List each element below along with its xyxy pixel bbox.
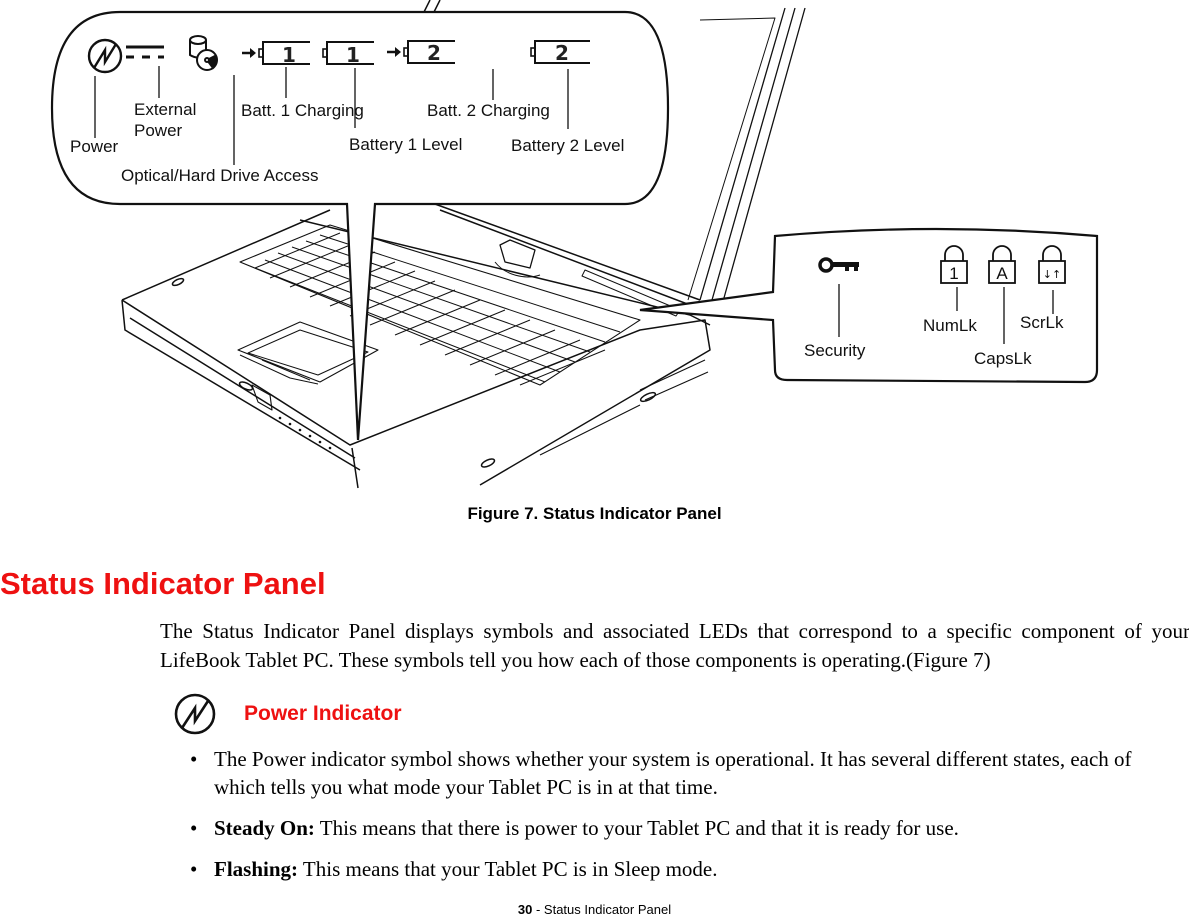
- status-panel-figure: 1 1 2 2 Power External Power Optical/Har…: [0, 0, 1189, 490]
- power-indicator-title: Power Indicator: [244, 702, 402, 725]
- intro-paragraph: The Status Indicator Panel displays symb…: [160, 619, 1189, 672]
- drive-access-label: Optical/Hard Drive Access: [121, 166, 318, 185]
- batt1-charging-label: Batt. 1 Charging: [241, 101, 364, 120]
- bullet-icon: •: [190, 816, 198, 840]
- power-indicator-heading: Power Indicator: [172, 692, 402, 736]
- battery1-level-label: Battery 1 Level: [349, 135, 462, 154]
- external-power-label-line1: External: [134, 100, 196, 119]
- security-label: Security: [804, 341, 866, 360]
- page-number: 30: [517, 902, 533, 917]
- bullet-icon: •: [190, 857, 198, 881]
- bullet-text: The Power indicator symbol shows whether…: [214, 747, 1132, 799]
- battery2-level-label: Battery 2 Level: [511, 136, 624, 155]
- bullet-text: This means that there is power to your T…: [314, 816, 959, 840]
- scrlk-label: ScrLk: [1020, 313, 1064, 332]
- bullet-icon: •: [190, 747, 198, 771]
- battery1-level-glyph: 1: [346, 43, 360, 67]
- numlk-glyph: 1: [949, 264, 958, 283]
- power-indicator-list: • The Power indicator symbol shows wheth…: [190, 745, 1180, 896]
- capslk-label: CapsLk: [974, 349, 1032, 368]
- scrlk-glyph: ↓↑: [1043, 268, 1061, 281]
- top-callout: 1 1 2 2 Power External Power Optical/Har…: [50, 10, 670, 441]
- battery2-level-glyph: 2: [555, 41, 569, 65]
- capslk-glyph: A: [996, 264, 1008, 283]
- side-callout: 1 A ↓↑ Security NumLk CapsLk ScrLk: [639, 227, 1099, 384]
- section-title: Status Indicator Panel: [0, 566, 326, 601]
- list-item: • The Power indicator symbol shows wheth…: [190, 745, 1180, 801]
- list-item: • Flashing: This means that your Tablet …: [190, 855, 1180, 883]
- figure-caption: Figure 7. Status Indicator Panel: [467, 504, 722, 523]
- battery2-charging-glyph: 2: [427, 41, 441, 65]
- battery1-charging-glyph: 1: [282, 43, 296, 67]
- numlk-label: NumLk: [923, 316, 977, 335]
- external-power-label-line2: Power: [134, 121, 183, 140]
- footer-separator: -: [532, 902, 544, 917]
- power-label: Power: [70, 137, 119, 156]
- power-icon: [174, 693, 216, 735]
- keyboard-keys: [254, 232, 621, 386]
- page-footer: 30 - Status Indicator Panel: [0, 902, 1189, 917]
- list-item: • Steady On: This means that there is po…: [190, 814, 1180, 842]
- bullet-text: This means that your Tablet PC is in Sle…: [298, 857, 718, 881]
- footer-section-name: Status Indicator Panel: [543, 902, 672, 917]
- bullet-term: Steady On:: [214, 816, 315, 840]
- laptop-illustration: 1 1 2 2 Power External Power Optical/Har…: [50, 0, 1099, 489]
- bullet-term: Flashing:: [214, 857, 299, 881]
- batt2-charging-label: Batt. 2 Charging: [427, 101, 550, 120]
